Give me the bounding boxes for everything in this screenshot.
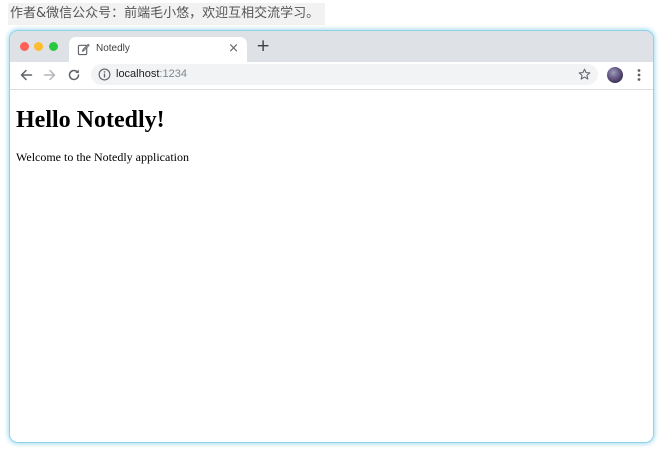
- profile-avatar[interactable]: [607, 67, 623, 83]
- close-tab-icon[interactable]: ×: [228, 40, 239, 58]
- info-icon[interactable]: [98, 68, 111, 81]
- new-tab-button[interactable]: +: [256, 36, 270, 56]
- close-window-button[interactable]: [20, 42, 29, 51]
- url-text[interactable]: localhost:1234: [116, 67, 187, 82]
- page-viewport: Hello Notedly! Welcome to the Notedly ap…: [10, 90, 653, 442]
- back-button[interactable]: [16, 65, 36, 85]
- author-caption: 作者&微信公众号：前端毛小悠，欢迎互相交流学习。: [8, 3, 326, 25]
- arrow-left-icon: [20, 69, 33, 81]
- reload-button[interactable]: [64, 65, 84, 85]
- url-host: localhost: [116, 68, 160, 80]
- address-bar[interactable]: localhost:1234: [91, 64, 598, 85]
- url-port: :1234: [159, 68, 187, 80]
- reload-icon: [68, 69, 80, 81]
- more-menu-icon[interactable]: [632, 67, 646, 83]
- edit-icon: [77, 43, 90, 56]
- minimize-window-button[interactable]: [34, 42, 43, 51]
- arrow-right-icon: [43, 69, 56, 81]
- page-heading: Hello Notedly!: [16, 107, 165, 133]
- bookmark-star-icon[interactable]: [578, 68, 591, 81]
- tab-notedly[interactable]: Notedly ×: [69, 37, 247, 62]
- browser-toolbar: localhost:1234: [10, 62, 653, 90]
- browser-window: Notedly × + localhost:1234 Hello Notedly…: [10, 31, 653, 442]
- maximize-window-button[interactable]: [49, 42, 58, 51]
- forward-button[interactable]: [40, 65, 60, 85]
- tab-strip: Notedly × +: [10, 31, 653, 62]
- welcome-text: Welcome to the Notedly application: [16, 150, 189, 164]
- tab-title: Notedly: [96, 43, 130, 54]
